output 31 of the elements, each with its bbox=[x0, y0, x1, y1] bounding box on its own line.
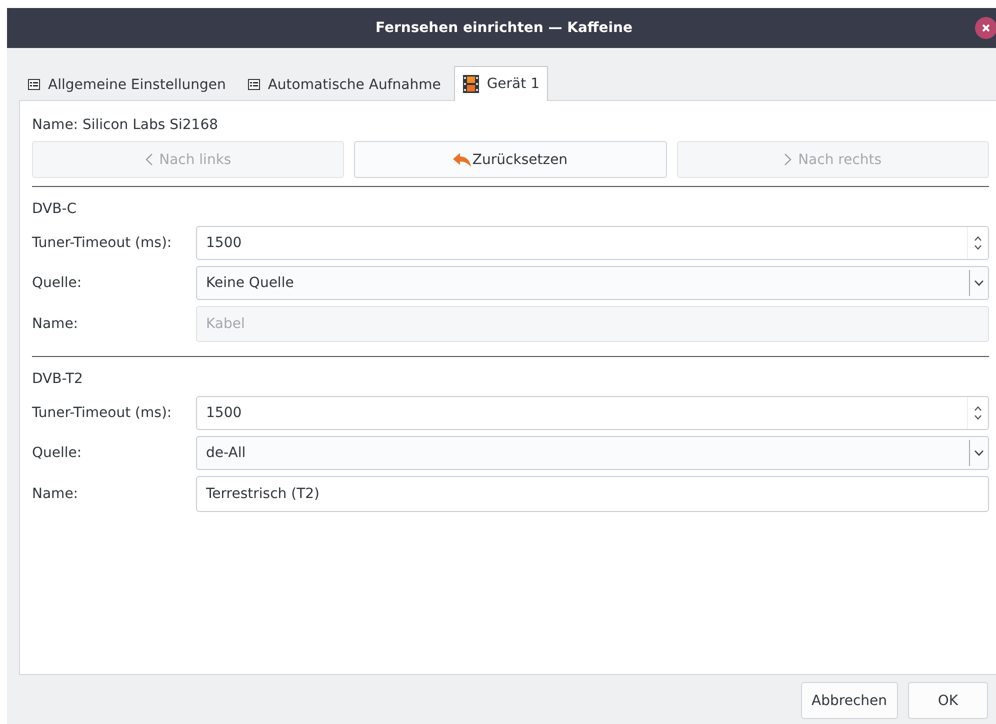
section-heading: DVB-C bbox=[32, 201, 78, 217]
ok-button[interactable]: OK bbox=[908, 682, 988, 719]
tab[interactable]: Gerät 1 bbox=[454, 66, 548, 101]
text-field[interactable]: Terrestrisch (T2) bbox=[196, 476, 989, 512]
field-label: Quelle: bbox=[32, 445, 83, 461]
reset-button[interactable]: Zurücksetzen bbox=[354, 141, 667, 178]
chevron-right-icon bbox=[784, 153, 792, 166]
tab[interactable]: Allgemeine Einstellungen bbox=[19, 68, 235, 100]
list-icon bbox=[28, 79, 40, 90]
close-button[interactable] bbox=[975, 17, 996, 39]
section-heading: DVB-T2 bbox=[32, 371, 84, 387]
chevron-left-icon bbox=[145, 153, 154, 166]
tab[interactable]: Automatische Aufnahme bbox=[238, 68, 450, 100]
device-name: Name: Silicon Labs Si2168 bbox=[32, 117, 220, 133]
field-label: Tuner-Timeout (ms): bbox=[32, 235, 173, 251]
close-icon bbox=[982, 24, 990, 32]
window-title: Fernsehen einrichten — Kaffeine bbox=[375, 20, 633, 36]
dropdown[interactable]: de-All bbox=[196, 436, 989, 470]
spin-box[interactable]: 1500 bbox=[196, 396, 989, 430]
field-label: Name: bbox=[32, 486, 80, 502]
chevron-down-icon bbox=[974, 450, 984, 456]
field-label: Quelle: bbox=[32, 275, 83, 291]
dropdown[interactable]: Keine Quelle bbox=[196, 266, 989, 300]
list-icon bbox=[248, 79, 260, 90]
cancel-button[interactable]: Abbrechen bbox=[800, 682, 898, 719]
undo-arrow-icon bbox=[453, 152, 472, 166]
chevron-down-icon bbox=[974, 280, 984, 286]
field-label: Tuner-Timeout (ms): bbox=[32, 405, 173, 421]
film-icon bbox=[462, 75, 479, 93]
field-label: Name: bbox=[32, 316, 80, 332]
spin-box[interactable]: 1500 bbox=[196, 226, 989, 260]
